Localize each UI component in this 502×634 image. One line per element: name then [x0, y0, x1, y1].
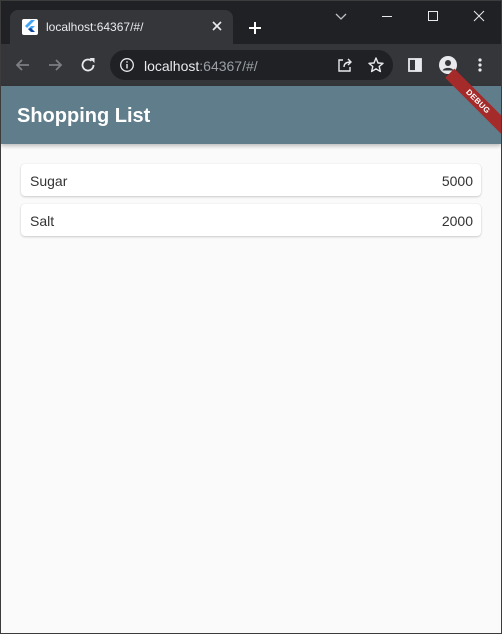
menu-kebab-icon[interactable]	[470, 55, 490, 75]
side-panel-icon[interactable]	[405, 55, 425, 75]
url-path: :64367/#/	[199, 58, 258, 74]
item-name: Salt	[30, 213, 55, 229]
browser-tab[interactable]: localhost:64367/#/	[10, 10, 233, 44]
forward-icon[interactable]	[45, 55, 65, 75]
item-quantity: 2000	[441, 213, 473, 229]
tab-search-chevron-icon[interactable]	[331, 6, 351, 26]
shopping-list: Sugar 5000 Salt 2000	[21, 164, 481, 244]
close-window-icon[interactable]	[469, 6, 489, 26]
flutter-favicon-icon	[22, 19, 38, 35]
site-info-icon[interactable]	[119, 57, 135, 73]
bookmark-star-icon[interactable]	[367, 56, 385, 74]
reload-icon[interactable]	[78, 55, 98, 75]
tab-close-icon[interactable]	[209, 18, 225, 34]
item-quantity: 5000	[441, 173, 473, 189]
page-title: Shopping List	[17, 105, 151, 127]
new-tab-icon[interactable]	[244, 17, 266, 39]
tab-title: localhost:64367/#/	[46, 20, 144, 34]
maximize-icon[interactable]	[423, 6, 443, 26]
url-text: localhost:64367/#/	[144, 58, 258, 74]
share-icon[interactable]	[336, 56, 354, 74]
list-item[interactable]: Salt 2000	[21, 204, 481, 236]
address-bar[interactable]: localhost:64367/#/	[110, 50, 393, 80]
list-item[interactable]: Sugar 5000	[21, 164, 481, 196]
url-host: localhost	[144, 58, 200, 74]
app-bar: Shopping List DEBUG	[1, 68, 501, 144]
browser-toolbar: localhost:64367/#/	[1, 44, 501, 86]
back-icon[interactable]	[13, 55, 33, 75]
item-name: Sugar	[30, 173, 68, 189]
browser-window: localhost:64367/#/ localhost:64367/#/ Sh…	[0, 0, 502, 634]
tab-strip: localhost:64367/#/	[1, 1, 501, 44]
minimize-icon[interactable]	[377, 6, 397, 26]
